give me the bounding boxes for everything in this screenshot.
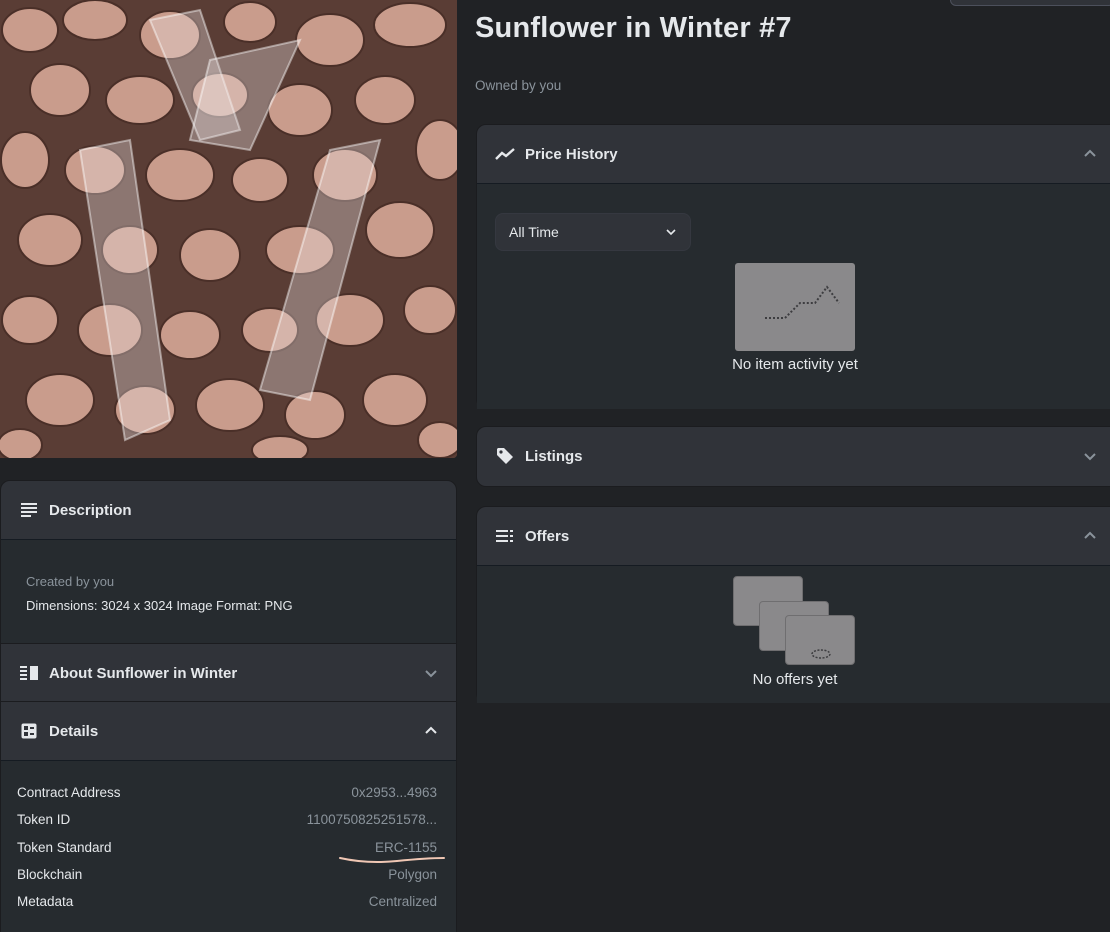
chevron-down-icon[interactable] bbox=[1083, 449, 1097, 463]
price-history-title: Price History bbox=[525, 145, 618, 163]
detail-row-token-standard: Token Standard ERC-1155 bbox=[17, 839, 445, 867]
metadata-value: Centralized bbox=[368, 894, 437, 910]
contract-address-link[interactable]: 0x2953...4963 bbox=[351, 785, 437, 812]
blockchain-value: Polygon bbox=[388, 866, 437, 882]
trend-line-icon bbox=[495, 144, 515, 164]
token-standard-text: ERC-1155 bbox=[374, 839, 437, 855]
chevron-down-icon[interactable] bbox=[424, 666, 438, 680]
item-title: Sunflower in Winter #7 bbox=[475, 12, 792, 44]
description-title: Description bbox=[49, 501, 132, 519]
chevron-up-icon[interactable] bbox=[424, 724, 438, 738]
toolbar-button-group[interactable] bbox=[950, 0, 1110, 6]
detail-row-contract: Contract Address 0x2953...4963 bbox=[17, 785, 437, 812]
offers-header[interactable]: Offers bbox=[477, 507, 1110, 565]
no-activity-text: No item activity yet bbox=[732, 356, 858, 373]
dimensions-text: Dimensions: 3024 x 3024 Image Format: PN… bbox=[26, 598, 293, 613]
offers-title: Offers bbox=[525, 527, 570, 545]
detail-key: Blockchain bbox=[17, 866, 83, 882]
listings-header[interactable]: Listings bbox=[477, 427, 1110, 485]
description-body: Created by you Dimensions: 3024 x 3024 I… bbox=[1, 539, 456, 644]
detail-key: Token ID bbox=[17, 812, 71, 828]
details-title: Details bbox=[49, 722, 99, 740]
details-header[interactable]: Details bbox=[1, 702, 456, 760]
created-by-text: Created by you bbox=[26, 574, 115, 589]
time-range-select[interactable]: All Time bbox=[495, 213, 691, 251]
dotted-oval-icon bbox=[811, 649, 831, 659]
owned-by-text: Owned by you bbox=[475, 78, 562, 93]
chevron-up-icon[interactable] bbox=[1083, 147, 1097, 161]
details-panel: Details Contract Address 0x2953...4963 T… bbox=[0, 701, 457, 932]
details-card-icon bbox=[19, 721, 39, 741]
empty-offer-card bbox=[785, 615, 855, 665]
vertical-split-icon bbox=[19, 663, 39, 683]
nft-artwork-image[interactable] bbox=[0, 0, 457, 458]
token-standard-value: ERC-1155 bbox=[338, 839, 445, 867]
detail-row-blockchain: Blockchain Polygon bbox=[17, 867, 437, 894]
details-body: Contract Address 0x2953...4963 Token ID … bbox=[1, 760, 456, 932]
about-title: About Sunflower in Winter bbox=[49, 664, 238, 682]
no-offers-text: No offers yet bbox=[752, 671, 838, 688]
chevron-down-icon bbox=[666, 229, 676, 236]
detail-row-metadata: Metadata Centralized bbox=[17, 894, 437, 921]
listings-panel[interactable]: Listings bbox=[476, 426, 1110, 487]
price-history-header[interactable]: Price History bbox=[477, 125, 1110, 183]
empty-chart-illustration bbox=[735, 263, 855, 351]
detail-key: Token Standard bbox=[17, 839, 112, 855]
tag-icon bbox=[495, 446, 515, 466]
detail-key: Metadata bbox=[17, 894, 74, 910]
about-panel[interactable]: About Sunflower in Winter bbox=[0, 643, 457, 702]
about-header[interactable]: About Sunflower in Winter bbox=[1, 644, 456, 702]
detail-key: Contract Address bbox=[17, 785, 121, 800]
time-range-value: All Time bbox=[509, 224, 559, 240]
offers-body: No offers yet bbox=[477, 565, 1110, 703]
text-lines-icon bbox=[19, 500, 39, 520]
list-icon bbox=[495, 526, 515, 546]
price-history-body: All Time No item activity yet bbox=[477, 183, 1110, 409]
underline-annotation bbox=[338, 856, 445, 863]
token-id-value: 1100750825251578... bbox=[306, 812, 437, 828]
offers-panel: Offers No offers yet bbox=[476, 506, 1110, 703]
chevron-up-icon[interactable] bbox=[1083, 529, 1097, 543]
detail-row-token-id: Token ID 1100750825251578... bbox=[17, 812, 437, 839]
price-history-panel: Price History All Time No item activity … bbox=[476, 124, 1110, 409]
description-panel: Description Created by you Dimensions: 3… bbox=[0, 480, 457, 644]
description-header[interactable]: Description bbox=[1, 481, 456, 539]
rocks-artwork bbox=[0, 0, 457, 458]
line-chart-icon bbox=[765, 285, 840, 319]
listings-title: Listings bbox=[525, 447, 583, 465]
